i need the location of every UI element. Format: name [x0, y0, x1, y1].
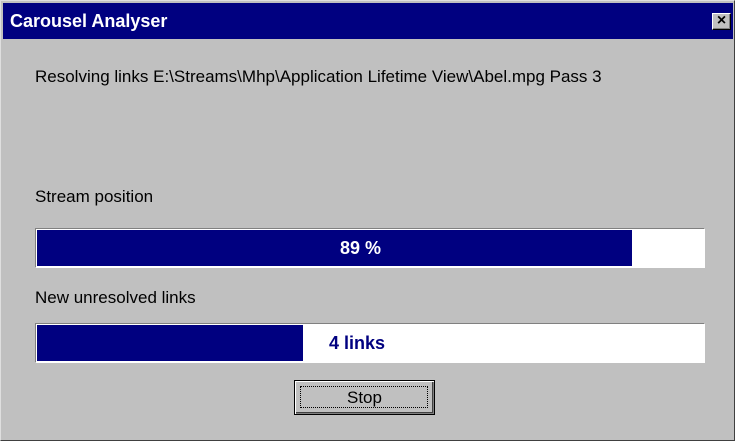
- unresolved-links-progress-text: 4 links: [329, 333, 386, 353]
- stop-button-label: Stop: [347, 388, 382, 407]
- stream-position-progress-fill: [37, 230, 632, 266]
- status-text: Resolving links E:\Streams\Mhp\Applicati…: [35, 67, 602, 86]
- stream-position-progress-text: 89 %: [340, 238, 382, 258]
- stream-position-progress-bar: 89 %: [35, 228, 705, 268]
- unresolved-links-label: New unresolved links: [35, 288, 196, 307]
- close-button[interactable]: ×: [712, 13, 731, 30]
- unresolved-links-progress-fill: [37, 325, 303, 361]
- window-title: Carousel Analyser: [10, 11, 168, 31]
- carousel-analyser-dialog: Carousel Analyser × Resolving links E:\S…: [0, 0, 735, 441]
- title-bar[interactable]: Carousel Analyser ×: [3, 3, 733, 39]
- stream-position-label: Stream position: [35, 187, 154, 206]
- unresolved-links-progress-bar: 4 links: [35, 323, 705, 363]
- close-icon: ×: [716, 12, 727, 29]
- stop-button[interactable]: Stop: [294, 380, 435, 415]
